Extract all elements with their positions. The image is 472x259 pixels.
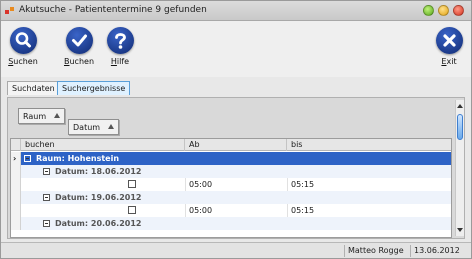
scroll-down-icon[interactable] <box>457 228 463 232</box>
title-bar: Akutsuche - Patiententermine 9 gefunden <box>1 1 471 21</box>
toolbar: Suchen Buchen Hilfe Exit <box>1 21 471 77</box>
cell-ab: 05:00 <box>189 206 213 215</box>
group-label: Datum: 20.06.2012 <box>55 219 142 228</box>
group-row-datum[interactable]: Datum: 20.06.2012 <box>11 217 451 230</box>
header-gutter <box>11 139 21 151</box>
current-row-icon: › <box>13 154 17 163</box>
buchen-checkbox[interactable] <box>128 180 136 188</box>
collapse-icon[interactable] <box>43 194 50 201</box>
sort-up-icon <box>108 124 115 129</box>
collapse-icon[interactable] <box>43 168 50 175</box>
group-row-datum[interactable]: Datum: 19.06.2012 <box>11 191 451 204</box>
vertical-scrollbar[interactable] <box>455 100 464 236</box>
collapse-icon[interactable] <box>24 155 31 162</box>
tab-suchdaten[interactable]: Suchdaten <box>7 81 60 95</box>
help-icon <box>106 27 134 54</box>
row-gutter: › <box>11 152 21 165</box>
help-button[interactable]: Hilfe <box>100 23 140 73</box>
status-user: Matteo Rogge <box>344 245 407 257</box>
row-gutter <box>11 165 21 178</box>
table-row[interactable]: 05:00 05:15 <box>11 204 451 217</box>
maximize-button[interactable] <box>438 5 449 16</box>
exit-button-label: Exit <box>441 57 457 66</box>
row-gutter <box>11 178 21 191</box>
group-chip-label: Datum <box>73 123 101 132</box>
column-header-buchen[interactable]: buchen <box>21 139 185 151</box>
close-icon <box>435 27 463 54</box>
cell-ab: 05:00 <box>189 180 213 189</box>
book-button[interactable]: Buchen <box>59 23 99 73</box>
table-row[interactable]: 05:00 05:15 <box>11 178 451 191</box>
group-label: Raum: Hohenstein <box>36 154 120 163</box>
book-button-label: Buchen <box>63 57 95 66</box>
grouping-area: Raum Datum <box>10 101 452 135</box>
app-window: Akutsuche - Patiententermine 9 gefunden … <box>0 0 472 259</box>
results-panel: Raum Datum buchen Ab bis › Raum: Hohenst… <box>7 97 465 239</box>
results-grid: buchen Ab bis › Raum: Hohenstein Datum: … <box>10 138 452 238</box>
help-button-label: Hilfe <box>110 57 130 66</box>
check-icon <box>65 27 93 54</box>
group-chip-datum[interactable]: Datum <box>68 119 120 135</box>
scroll-thumb[interactable] <box>457 114 463 140</box>
row-gutter <box>11 204 21 217</box>
group-row-datum[interactable]: Datum: 18.06.2012 <box>11 165 451 178</box>
group-label: Datum: 18.06.2012 <box>55 167 142 176</box>
column-header-bis[interactable]: bis <box>287 139 451 151</box>
buchen-checkbox[interactable] <box>128 206 136 214</box>
search-button[interactable]: Suchen <box>3 23 43 73</box>
app-icon <box>5 7 15 16</box>
cell-bis: 05:15 <box>291 180 315 189</box>
collapse-icon[interactable] <box>43 220 50 227</box>
group-row-raum[interactable]: › Raum: Hohenstein <box>11 152 451 165</box>
group-chip-label: Raum <box>23 112 47 121</box>
close-window-button[interactable] <box>453 5 464 16</box>
search-icon <box>9 27 37 54</box>
row-gutter <box>11 191 21 204</box>
status-date: 13.06.2012 <box>410 245 463 257</box>
minimize-button[interactable] <box>423 5 434 16</box>
search-button-label: Suchen <box>8 57 38 66</box>
group-chip-raum[interactable]: Raum <box>18 108 66 124</box>
tab-strip: Suchdaten Suchergebnisse <box>1 79 471 95</box>
tab-suchergebnisse[interactable]: Suchergebnisse <box>57 81 131 95</box>
exit-button[interactable]: Exit <box>429 23 469 73</box>
row-gutter <box>11 217 21 230</box>
window-title: Akutsuche - Patiententermine 9 gefunden <box>19 5 207 15</box>
scroll-up-icon[interactable] <box>457 104 463 108</box>
grid-header: buchen Ab bis <box>11 139 451 151</box>
status-bar: Matteo Rogge 13.06.2012 <box>1 242 471 258</box>
sort-up-icon <box>54 113 61 118</box>
column-header-ab[interactable]: Ab <box>185 139 287 151</box>
cell-bis: 05:15 <box>291 206 315 215</box>
group-label: Datum: 19.06.2012 <box>55 193 142 202</box>
